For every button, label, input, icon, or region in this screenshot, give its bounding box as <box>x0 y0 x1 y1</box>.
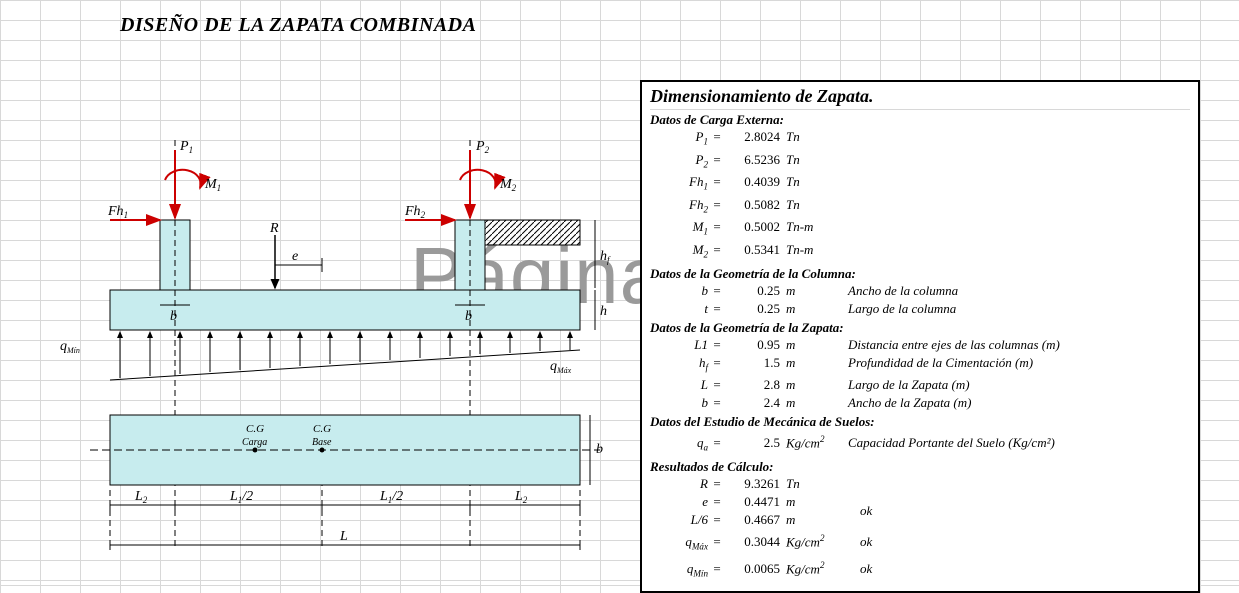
row-L: L=2.8mLargo de la Zapata (m) <box>650 376 1190 394</box>
svg-text:hf: hf <box>600 249 611 265</box>
page-title: DISEÑO DE LA ZAPATA COMBINADA <box>120 14 476 37</box>
svg-text:R: R <box>269 221 279 236</box>
row-Fh2: Fh2=0.5082Tn <box>650 196 1190 219</box>
svg-text:Base: Base <box>312 437 332 448</box>
row-hf: hf=1.5mProfundidad de la Cimentación (m) <box>650 354 1190 377</box>
svg-text:L2: L2 <box>514 489 528 505</box>
row-M1: M1=0.5002Tn-m <box>650 218 1190 241</box>
svg-text:e: e <box>292 249 298 264</box>
svg-text:Fh1: Fh1 <box>107 204 128 220</box>
svg-text:h: h <box>600 304 607 319</box>
row-qa: qa=2.5Kg/cm2Capacidad Portante del Suelo… <box>650 430 1190 457</box>
svg-text:P2: P2 <box>475 139 490 155</box>
svg-text:L: L <box>339 529 348 544</box>
svg-text:b: b <box>465 309 472 324</box>
section-zapata: Datos de la Geometría de la Zapata: <box>650 320 1190 336</box>
section-suelos: Datos del Estudio de Mecánica de Suelos: <box>650 414 1190 430</box>
svg-text:M1: M1 <box>204 177 221 193</box>
svg-text:Carga: Carga <box>242 437 267 448</box>
svg-text:C.G: C.G <box>246 423 264 435</box>
data-panel: Dimensionamiento de Zapata. Datos de Car… <box>640 80 1200 593</box>
section-resultados: Resultados de Cálculo: <box>650 459 1190 475</box>
row-P1: P1=2.8024Tn <box>650 128 1190 151</box>
row-b-zap: b=2.4mAncho de la Zapata (m) <box>650 394 1190 412</box>
svg-text:qMáx: qMáx <box>550 359 572 375</box>
svg-text:qMín: qMín <box>60 339 80 355</box>
row-L1: L1=0.95mDistancia entre ejes de las colu… <box>650 336 1190 354</box>
svg-text:L1/2: L1/2 <box>229 489 253 505</box>
section-carga: Datos de Carga Externa: <box>650 112 1190 128</box>
svg-text:Fh2: Fh2 <box>404 204 426 220</box>
row-Fh1: Fh1=0.4039Tn <box>650 173 1190 196</box>
svg-text:M2: M2 <box>499 177 517 193</box>
svg-text:L1/2: L1/2 <box>379 489 403 505</box>
row-b-col: b=0.25mAncho de la columna <box>650 282 1190 300</box>
row-t-col: t=0.25mLargo de la columna <box>650 300 1190 318</box>
panel-title: Dimensionamiento de Zapata. <box>650 86 1190 110</box>
row-qmin: qMín=0.0065Kg/cm2ok <box>650 556 1190 583</box>
row-e: e=0.4471mok <box>650 493 1190 511</box>
row-P2: P2=6.5236Tn <box>650 151 1190 174</box>
svg-text:C.G: C.G <box>313 423 331 435</box>
row-qmax: qMáx=0.3044Kg/cm2ok <box>650 529 1190 556</box>
svg-text:P1: P1 <box>179 139 193 155</box>
row-R: R=9.3261Tn <box>650 475 1190 493</box>
svg-text:b: b <box>596 442 603 457</box>
section-columna: Datos de la Geometría de la Columna: <box>650 266 1190 282</box>
footing-diagram: P1 P2 M1 M2 Fh1 Fh2 R e b b h hf qMín qM… <box>60 60 620 560</box>
svg-text:L2: L2 <box>134 489 148 505</box>
row-M2: M2=0.5341Tn-m <box>650 241 1190 264</box>
svg-text:b: b <box>170 309 177 324</box>
